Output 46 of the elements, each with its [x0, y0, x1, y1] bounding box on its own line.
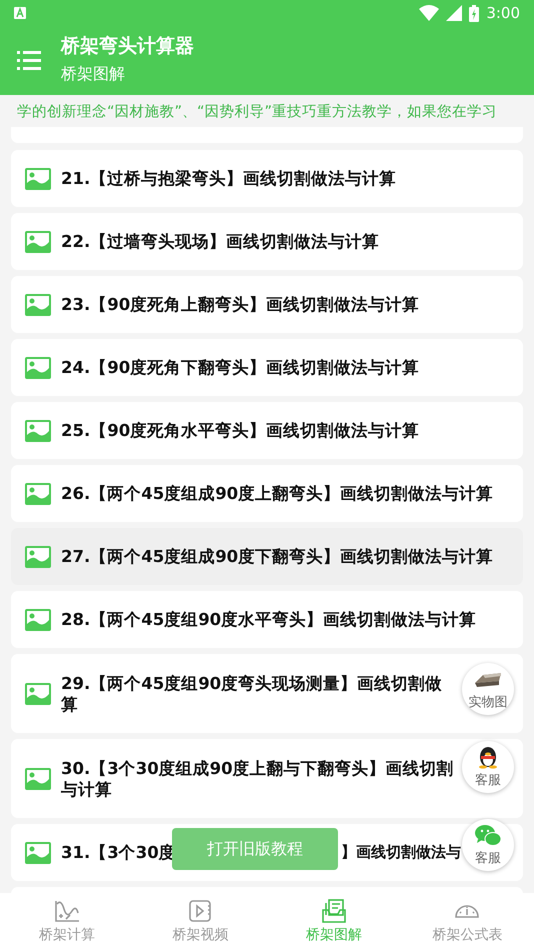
image-icon	[25, 608, 51, 630]
document-icon	[320, 899, 347, 923]
list-item[interactable]: 21.【过桥与抱梁弯头】画线切割做法与计算	[11, 150, 523, 207]
item-title: 25.【90度死角水平弯头】画线切割做法与计算	[61, 420, 420, 441]
image-icon	[25, 768, 51, 790]
image-icon	[25, 420, 51, 442]
item-title: 算	[61, 694, 79, 714]
item-title: 29.【两个45度组90度弯头现场测量】画线切割做	[61, 672, 442, 694]
item-title: 21.【过桥与抱梁弯头】画线切割做法与计算	[61, 168, 396, 189]
image-icon	[25, 294, 51, 316]
menu-button[interactable]	[17, 51, 41, 70]
chart-icon	[54, 899, 80, 923]
image-icon	[25, 230, 51, 252]
item-title: 24.【90度死角下翻弯头】画线切割做法与计算	[61, 357, 420, 378]
app-subtitle: 桥架图解	[61, 64, 126, 84]
image-icon	[25, 546, 51, 568]
item-title: 22.【过墙弯头现场】画线切割做法与计算	[61, 231, 380, 252]
battery-icon	[469, 4, 480, 22]
list-item[interactable]: 22.【过墙弯头现场】画线切割做法与计算	[11, 213, 523, 270]
list-item[interactable]: 28.【两个45度组90度水平弯头】画线切割做法与计算	[11, 591, 523, 648]
marquee-text: 学的创新理念“因材施教”、“因势利导”重技巧重方法教学，如果您在学习	[17, 102, 498, 120]
image-icon	[25, 682, 51, 704]
item-title: 28.【两个45度组90度水平弯头】画线切割做法与计算	[61, 609, 476, 630]
list-item[interactable]: 23.【90度死角上翻弯头】画线切割做法与计算	[11, 276, 523, 333]
item-title: 26.【两个45度组成90度上翻弯头】画线切割做法与计算	[61, 483, 494, 504]
status-time: 3:00	[486, 4, 520, 22]
image-icon	[25, 482, 51, 504]
image-icon	[25, 356, 51, 378]
notification-icon	[14, 7, 26, 19]
item-title: 27.【两个45度组成90度下翻弯头】画线切割做法与计算	[61, 546, 494, 567]
toast-message: 打开旧版教程	[172, 828, 338, 870]
list-item[interactable]: 25.【90度死角水平弯头】画线切割做法与计算	[11, 402, 523, 459]
list-item[interactable]: 24.【90度死角下翻弯头】画线切割做法与计算	[11, 339, 523, 396]
app-title: 桥架弯头计算器	[61, 34, 194, 58]
wifi-icon	[419, 5, 440, 21]
chat-icon	[473, 823, 503, 847]
item-title: 】画线切割做法与	[341, 842, 461, 863]
image-icon	[25, 842, 51, 864]
video-icon	[187, 899, 214, 923]
signal-icon	[446, 5, 462, 21]
item-title: 30.【3个30度组成90度上翻与下翻弯头】画线切割	[61, 758, 454, 778]
image-icon	[25, 168, 51, 190]
list-item[interactable]: 26.【两个45度组成90度上翻弯头】画线切割做法与计算	[11, 465, 523, 522]
list-item[interactable]: 27.【两个45度组成90度下翻弯头】画线切割做法与计算	[11, 528, 523, 585]
item-title: 与计算	[61, 778, 113, 800]
item-title: 23.【90度死角上翻弯头】画线切割做法与计算	[61, 294, 420, 315]
